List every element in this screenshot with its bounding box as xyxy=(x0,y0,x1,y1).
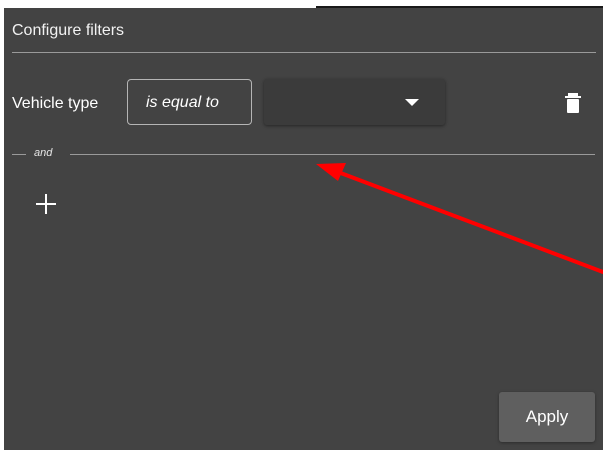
top-strip xyxy=(0,0,603,8)
and-connector: and xyxy=(4,146,603,162)
and-label: and xyxy=(34,147,53,159)
and-divider-left xyxy=(12,154,26,155)
trash-icon[interactable] xyxy=(564,93,582,113)
caret-down-icon xyxy=(405,99,419,106)
plus-icon xyxy=(36,194,56,214)
value-dropdown[interactable] xyxy=(264,79,445,125)
panel-header: Configure filters xyxy=(12,8,596,53)
apply-button[interactable]: Apply xyxy=(499,392,595,442)
filter-field-label: Vehicle type xyxy=(12,95,99,112)
filter-row: Vehicle type is equal to xyxy=(4,79,603,127)
add-filter-button[interactable] xyxy=(34,192,58,216)
panel-title: Configure filters xyxy=(12,22,125,39)
operator-selector[interactable]: is equal to xyxy=(127,79,252,125)
and-divider-right xyxy=(70,154,595,155)
configure-filters-panel: Configure filters Vehicle type is equal … xyxy=(4,8,603,450)
operator-label: is equal to xyxy=(146,94,219,111)
